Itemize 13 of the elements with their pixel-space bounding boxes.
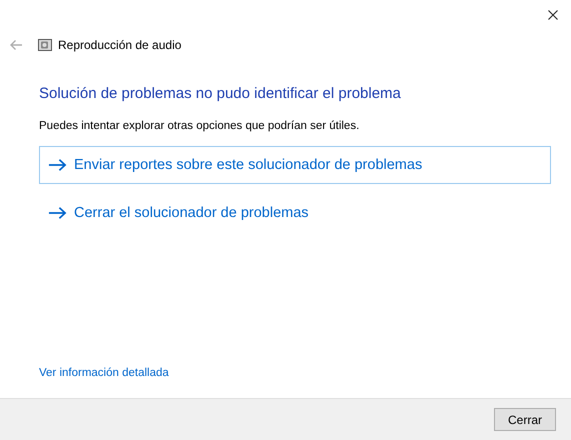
close-icon[interactable] xyxy=(548,10,558,20)
speaker-icon xyxy=(38,39,52,51)
option-link[interactable]: Enviar reportes sobre este solucionador de problemas xyxy=(39,146,551,184)
window-title: Reproducción de audio xyxy=(58,38,182,52)
description: Puedes intentar explorar otras opciones que podrían ser útiles. xyxy=(39,120,360,132)
arrow-icon xyxy=(48,206,67,220)
heading: Solución de problemas no pudo identificar el problema xyxy=(39,85,402,102)
arrow-icon xyxy=(48,158,67,172)
details-link[interactable]: Ver información detallada xyxy=(39,367,169,379)
option-label: Cerrar el solucionador de problemas xyxy=(74,205,309,221)
option-label: Enviar reportes sobre este solucionador de problemas xyxy=(74,157,422,173)
close-button[interactable]: Cerrar xyxy=(494,408,556,431)
option-link[interactable]: Cerrar el solucionador de problemas xyxy=(39,194,551,232)
